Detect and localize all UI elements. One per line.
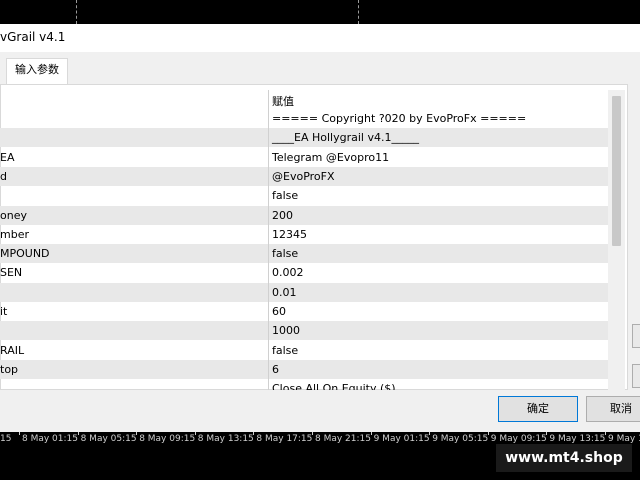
parameter-value[interactable]: Close All On Equity ($) xyxy=(272,382,396,390)
parameter-value[interactable]: 0.01 xyxy=(272,286,297,299)
parameter-name: RAIL xyxy=(0,343,25,357)
time-axis-tick xyxy=(253,432,255,435)
side-button[interactable] xyxy=(632,324,640,348)
parameter-row[interactable]: ____EA Hollygrail v4.1_____ xyxy=(0,128,608,148)
time-axis-label: 9 May 01:15 xyxy=(373,434,430,444)
parameter-value[interactable]: @EvoProFX xyxy=(272,170,335,183)
time-axis-label: 8 May 13:15 xyxy=(197,434,254,444)
chart-period-separator xyxy=(76,0,77,24)
grid-vertical-scrollbar[interactable] xyxy=(608,90,625,390)
parameter-name: oney xyxy=(0,208,27,222)
grid-header-row: 赋值 xyxy=(0,90,608,109)
parameter-value[interactable]: 200 xyxy=(272,209,293,222)
time-axis-label: 8 May 05:15 xyxy=(80,434,137,444)
parameter-value[interactable]: Telegram @Evopro11 xyxy=(272,151,389,164)
value-column-header: 赋值 xyxy=(272,95,294,108)
parameter-value[interactable]: 12345 xyxy=(272,228,307,241)
parameter-row[interactable]: 1000 xyxy=(0,321,608,341)
time-axis-tick xyxy=(312,432,313,435)
time-axis-label: 8 May 17:15 xyxy=(256,434,313,444)
time-axis-tick xyxy=(429,432,431,435)
parameter-name: d xyxy=(0,169,7,183)
parameter-row[interactable]: 0.01 xyxy=(0,282,608,302)
parameters-grid: 赋值 ===== Copyright ?020 by EvoProFx ====… xyxy=(0,90,608,390)
tab-input-parameters[interactable]: 输入参数 xyxy=(6,58,68,84)
parameter-row[interactable]: MPOUND false xyxy=(0,244,608,264)
parameter-row[interactable]: top 6 xyxy=(0,359,608,379)
side-button[interactable] xyxy=(632,364,640,388)
parameter-value[interactable]: false xyxy=(272,247,298,260)
parameter-row[interactable]: RAIL false xyxy=(0,341,608,360)
parameter-row[interactable]: ===== Copyright ?020 by EvoProFx ===== xyxy=(0,109,608,128)
parameter-row[interactable]: mber 12345 xyxy=(0,225,608,244)
time-axis-label: 8 May 01:15 xyxy=(22,434,78,444)
parameter-row[interactable]: it 60 xyxy=(0,302,608,321)
ok-button[interactable]: 确定 xyxy=(498,396,578,422)
parameter-name: MPOUND xyxy=(0,247,50,261)
column-separator[interactable] xyxy=(268,90,269,390)
parameter-name: mber xyxy=(0,227,29,241)
parameter-value[interactable]: false xyxy=(272,189,298,202)
time-axis-tick xyxy=(194,432,196,435)
time-axis-tick xyxy=(136,432,138,435)
time-axis-tick xyxy=(19,432,20,435)
ea-properties-dialog: vGrail v4.1 输入参数 赋值 ===== Copyright ?020… xyxy=(0,24,640,432)
parameter-value[interactable]: 6 xyxy=(272,363,279,376)
tab-strip: 输入参数 xyxy=(0,52,640,84)
chart-period-separator xyxy=(358,0,359,24)
cancel-button[interactable]: 取消 xyxy=(586,396,640,422)
time-axis-tick xyxy=(370,432,372,435)
time-axis-label: 8 May 09:15 xyxy=(139,434,196,444)
parameter-value[interactable]: 1000 xyxy=(272,324,300,337)
parameter-row[interactable]: SEN 0.002 xyxy=(0,263,608,282)
parameter-name: SEN xyxy=(0,266,23,280)
time-axis-tick xyxy=(605,432,606,435)
parameter-row[interactable]: Close All On Equity ($) xyxy=(0,379,608,390)
parameter-value[interactable]: 0.002 xyxy=(272,266,304,279)
time-axis-label: 9 May 13:15 xyxy=(549,434,606,444)
time-axis-label: 9 May 17:15 xyxy=(608,434,640,444)
time-axis-label: 9 May 05:15 xyxy=(432,434,489,444)
chart-area-top xyxy=(0,0,640,24)
parameter-value[interactable]: ____EA Hollygrail v4.1_____ xyxy=(272,131,419,144)
parameter-row[interactable]: EA Telegram @Evopro11 xyxy=(0,148,608,167)
parameter-row[interactable]: false xyxy=(0,186,608,205)
parameter-name: top xyxy=(0,362,19,376)
parameter-value[interactable]: ===== Copyright ?020 by EvoProFx ===== xyxy=(272,112,526,125)
dialog-title: vGrail v4.1 xyxy=(0,30,66,44)
parameter-name: EA xyxy=(0,150,15,164)
time-axis-tick xyxy=(546,432,548,435)
time-axis-tick xyxy=(487,432,489,435)
scrollbar-thumb[interactable] xyxy=(612,96,621,246)
parameter-row[interactable]: oney 200 xyxy=(0,205,608,225)
dialog-titlebar[interactable]: vGrail v4.1 xyxy=(0,24,640,52)
time-axis-label: 9 May 09:15 xyxy=(490,434,547,444)
parameter-row[interactable]: d @EvoProFX xyxy=(0,166,608,186)
time-axis-label: 8 May 21:15 xyxy=(315,434,371,444)
watermark: www.mt4.shop xyxy=(496,444,632,472)
time-axis-tick xyxy=(77,432,79,435)
time-axis-label: 15 xyxy=(0,434,12,444)
parameter-name: it xyxy=(0,305,8,318)
parameter-value[interactable]: false xyxy=(272,344,298,357)
parameter-value[interactable]: 60 xyxy=(272,305,286,318)
